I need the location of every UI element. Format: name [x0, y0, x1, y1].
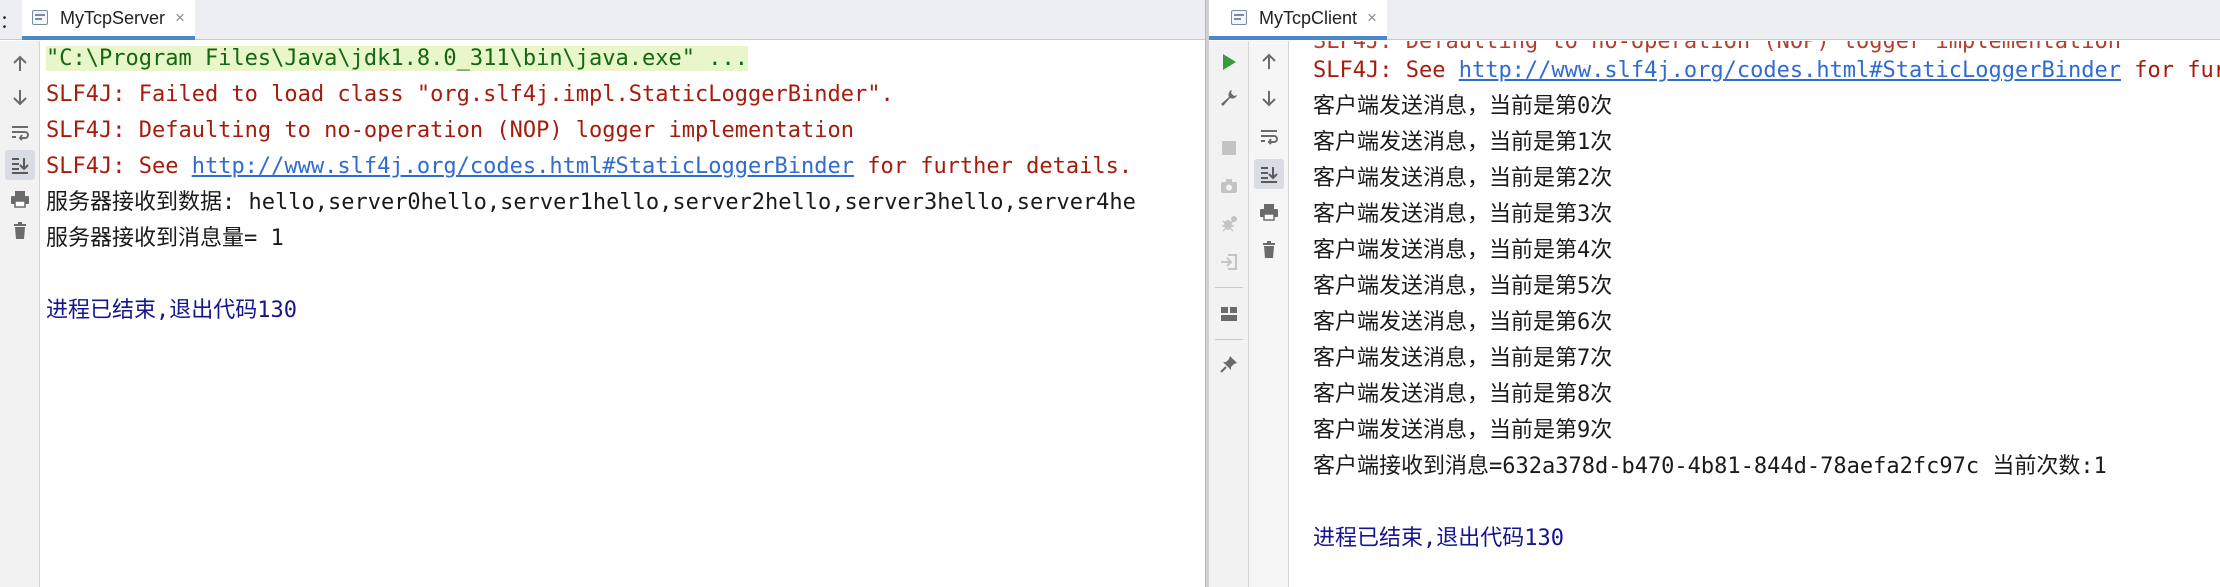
print-icon — [10, 190, 30, 208]
pin-tab-button[interactable] — [1214, 349, 1244, 379]
print-icon — [1259, 203, 1279, 221]
print-button[interactable] — [1254, 197, 1284, 227]
cutoff-tab-label: ： — [0, 12, 18, 32]
client-run-panel: MyTcpClient × SLF4J: Defaulting to no-op… — [1209, 0, 2220, 587]
console-line: 客户端发送消息，当前是第5次 — [1313, 274, 1613, 299]
console-line: 客户端接收到消息=632a378d-b470-4b81-844d-78aefa2… — [1313, 454, 2107, 479]
line-prefix: SLF4J: See — [46, 154, 192, 179]
line-suffix: for further details. — [853, 154, 1133, 179]
debug-button[interactable] — [1214, 209, 1244, 239]
soft-wrap-button[interactable] — [1254, 121, 1284, 151]
console-line: SLF4J: See http://www.slf4j.org/codes.ht… — [1313, 53, 2220, 89]
soft-wrap-button[interactable] — [5, 117, 35, 147]
console-line: SLF4J: Defaulting to no-operation (NOP) … — [46, 118, 854, 143]
console-line: 客户端发送消息，当前是第7次 — [1313, 346, 1613, 371]
tab-my-tcp-server[interactable]: MyTcpServer × — [22, 0, 195, 40]
trash-icon — [11, 222, 29, 240]
toolbar-separator — [1215, 339, 1243, 340]
process-exit-line: 进程已结束,退出代码130 — [46, 298, 297, 323]
tab-title: MyTcpServer — [60, 7, 166, 28]
soft-wrap-icon — [10, 123, 30, 141]
arrow-up-icon — [11, 55, 29, 73]
console-line: 客户端发送消息，当前是第0次 — [1313, 94, 1613, 119]
console-line: 客户端发送消息，当前是第6次 — [1313, 310, 1613, 335]
clear-button[interactable] — [1254, 235, 1284, 265]
settings-button[interactable] — [1214, 83, 1244, 113]
line-suffix: for further details. — [2134, 58, 2220, 83]
tab-bar: MyTcpClient × — [1209, 0, 2220, 40]
console-line: 服务器接收到数据: hello,server0hello,server1hell… — [46, 190, 1136, 215]
console-tab-icon — [1231, 9, 1249, 27]
console-line: 客户端发送消息，当前是第8次 — [1313, 382, 1613, 407]
console-line: 服务器接收到消息量= 1 — [46, 226, 284, 251]
console-line: 客户端发送消息，当前是第3次 — [1313, 202, 1613, 227]
arrow-down-icon — [11, 88, 29, 106]
slf4j-link[interactable]: http://www.slf4j.org/codes.html#StaticLo… — [192, 154, 854, 179]
exit-icon — [1220, 253, 1238, 271]
soft-wrap-icon — [1259, 127, 1279, 145]
wrench-icon — [1220, 89, 1238, 107]
console-toolbar — [0, 41, 40, 587]
rerun-icon — [1221, 53, 1237, 71]
console-line: 客户端发送消息，当前是第2次 — [1313, 166, 1613, 191]
debug-icon — [1220, 215, 1238, 233]
line-prefix: SLF4J: See — [1313, 58, 1459, 83]
exit-button[interactable] — [1214, 247, 1244, 277]
stop-icon — [1221, 140, 1237, 156]
pin-icon — [1220, 355, 1238, 373]
console-output[interactable]: "C:\Program Files\Java\jdk1.8.0_311\bin\… — [46, 41, 1205, 587]
console-toolbar — [1249, 41, 1289, 587]
console-line: "C:\Program Files\Java\jdk1.8.0_311\bin\… — [46, 41, 748, 77]
close-icon[interactable]: × — [175, 8, 185, 28]
console-output[interactable]: SLF4J: Defaulting to no-operation (NOP) … — [1313, 41, 2220, 587]
console-line: SLF4J: See http://www.slf4j.org/codes.ht… — [46, 149, 1132, 185]
server-run-panel: ： MyTcpServer × "C:\Program Files\Java\j… — [0, 0, 1205, 587]
stop-button[interactable] — [1214, 133, 1244, 163]
tab-bar: ： MyTcpServer × — [0, 0, 1205, 40]
layout-icon — [1220, 306, 1238, 322]
clear-button[interactable] — [5, 216, 35, 246]
print-button[interactable] — [5, 184, 35, 214]
up-button[interactable] — [5, 49, 35, 79]
console-line: 客户端发送消息，当前是第4次 — [1313, 238, 1613, 263]
command-line-text: "C:\Program Files\Java\jdk1.8.0_311\bin\… — [46, 46, 748, 71]
trash-icon — [1260, 241, 1278, 259]
slf4j-link[interactable]: http://www.slf4j.org/codes.html#StaticLo… — [1459, 58, 2121, 83]
toolbar-separator — [1215, 287, 1243, 288]
console-line: 客户端发送消息，当前是第1次 — [1313, 130, 1613, 155]
down-button[interactable] — [1254, 83, 1284, 113]
process-exit-line: 进程已结束,退出代码130 — [1313, 526, 1564, 551]
tab-my-tcp-client[interactable]: MyTcpClient × — [1209, 0, 1387, 40]
up-button[interactable] — [1254, 47, 1284, 77]
arrow-up-icon — [1260, 53, 1278, 71]
scroll-to-end-button[interactable] — [5, 150, 35, 180]
restore-layout-button[interactable] — [1214, 299, 1244, 329]
down-button[interactable] — [5, 82, 35, 112]
scroll-to-end-icon — [1259, 165, 1279, 183]
scroll-to-end-button[interactable] — [1254, 159, 1284, 189]
console-tab-icon — [32, 9, 50, 27]
rerun-button[interactable] — [1214, 47, 1244, 77]
console-line: 客户端发送消息，当前是第9次 — [1313, 418, 1613, 443]
run-toolbar — [1209, 41, 1249, 587]
camera-icon — [1220, 178, 1238, 194]
console-line: SLF4J: Failed to load class "org.slf4j.i… — [46, 82, 894, 107]
arrow-down-icon — [1260, 89, 1278, 107]
scroll-to-end-icon — [10, 156, 30, 174]
tab-title: MyTcpClient — [1259, 7, 1358, 28]
dump-threads-button[interactable] — [1214, 171, 1244, 201]
close-icon[interactable]: × — [1367, 8, 1377, 28]
